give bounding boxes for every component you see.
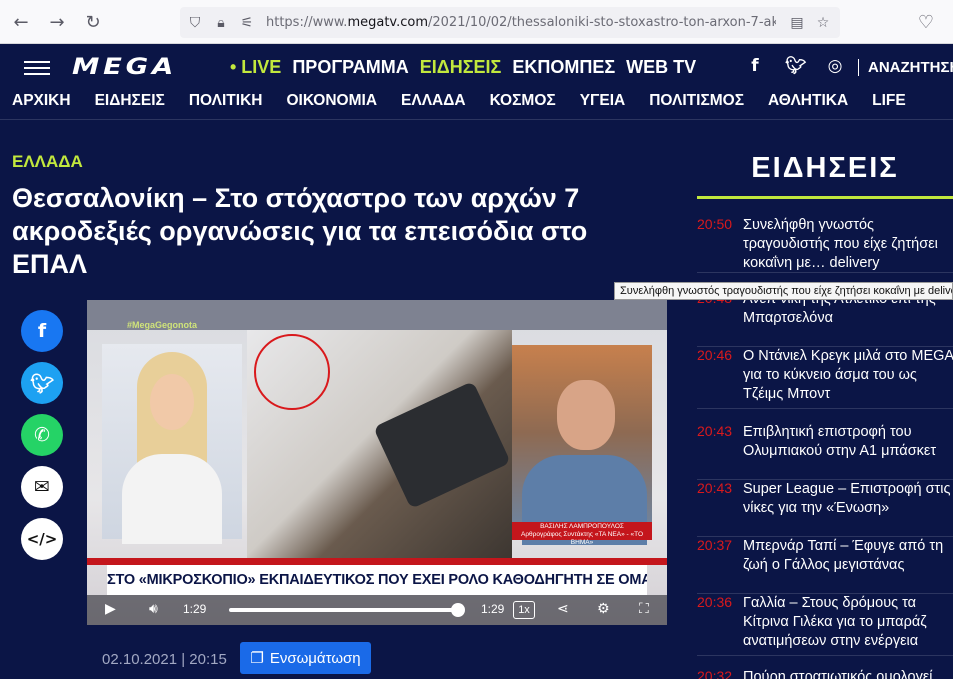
site-logo[interactable]: MEGA xyxy=(72,55,177,80)
bookmark-star-icon[interactable]: ☆ xyxy=(812,12,834,34)
news-title[interactable]: Ο Ντάνιελ Κρεγκ μιλά στο MEGA για το κύκ… xyxy=(743,347,953,404)
sidebar-title: ΕΙΔΗΣΕΙΣ xyxy=(751,152,899,184)
current-time: 1:29 xyxy=(183,602,207,616)
nav-ekpompes[interactable]: ΕΚΠΟΜΠΕΣ xyxy=(512,57,615,78)
permissions-icon[interactable]: ⚟ xyxy=(236,12,258,34)
article-date: 02.10.2021 | 20:15 xyxy=(102,651,227,668)
news-time: 20:43 xyxy=(697,480,733,496)
reader-view-icon[interactable]: ▤ xyxy=(786,12,808,34)
embed-icon: ❐ xyxy=(250,650,264,667)
facebook-icon[interactable]: f xyxy=(745,56,765,76)
duration: 1:29 xyxy=(481,602,505,616)
guest-image xyxy=(512,345,652,545)
share-embed-icon[interactable]: </> xyxy=(21,518,63,560)
news-time: 20:46 xyxy=(697,347,733,363)
back-icon[interactable]: ← xyxy=(8,9,34,35)
news-time: 20:32 xyxy=(697,668,733,679)
share-twitter-icon[interactable]: 🐦︎ xyxy=(21,362,63,404)
guest-caption: ΒΑΣΙΛΗΣ ΛΑΜΠΡΟΠΟΥΛΟΣ Αρθρογράφος Συντάκτη… xyxy=(512,522,652,546)
cat-item[interactable]: ΕΛΛΑΔΑ xyxy=(401,92,466,119)
news-title[interactable]: Μπερνάρ Ταπί – Έφυγε από τη ζωή ο Γάλλος… xyxy=(743,537,953,575)
video-player[interactable]: #MegaGegonota ΒΑΣΙΛΗΣ ΛΑΜΠΡΟΠΟΥΛΟΣ Αρθρογ… xyxy=(87,300,667,625)
news-title[interactable]: Super League – Επιστροφή στις νίκες για … xyxy=(743,480,953,518)
cat-item[interactable]: ΟΙΚΟΝΟΜΙΑ xyxy=(286,92,377,119)
video-ticker: ΣΤΟ «ΜΙΚΡΟΣΚΟΠΙΟ» ΕΚΠΑΙΔΕΥΤΙΚΟΣ ΠΟΥ ΕΧΕΙ… xyxy=(107,565,647,595)
pocket-icon[interactable]: ♡ xyxy=(913,9,939,35)
site-header: MEGA • LIVE ΠΡΟΓΡΑΜΜΑ ΕΙΔΗΣΕΙΣ ΕΚΠΟΜΠΕΣ … xyxy=(0,44,953,92)
video-hashtag: #MegaGegonota xyxy=(127,320,198,330)
sidebar-divider xyxy=(697,196,953,199)
cat-item[interactable]: ΑΡΧΙΚΗ xyxy=(12,92,71,119)
news-item[interactable]: 20:36 Γαλλία – Στους δρόμους τα Κίτρινα … xyxy=(697,594,953,656)
fullscreen-icon[interactable]: ⛶ xyxy=(639,601,649,617)
share-whatsapp-icon[interactable]: ✆ xyxy=(21,414,63,456)
news-item[interactable]: 20:43 Επιβλητική επιστροφή του Ολυμπιακο… xyxy=(697,423,953,480)
news-item[interactable]: 20:43 Super League – Επιστροφή στις νίκε… xyxy=(697,480,953,537)
news-title[interactable]: Γαλλία – Στους δρόμους τα Κίτρινα Γιλέκα… xyxy=(743,594,953,651)
cat-item[interactable]: ΥΓΕΙΑ xyxy=(580,92,626,119)
news-time: 20:36 xyxy=(697,594,733,610)
progress-bar[interactable] xyxy=(229,608,457,612)
menu-icon[interactable] xyxy=(24,61,50,75)
nav-programma[interactable]: ΠΡΟΓΡΑΜΜΑ xyxy=(292,57,408,78)
lock-icon[interactable]: 🔒︎ xyxy=(210,12,232,34)
nav-eidiseis[interactable]: ΕΙΔΗΣΕΙΣ xyxy=(420,57,502,78)
volume-icon[interactable]: 🔊︎ xyxy=(149,601,158,617)
address-bar[interactable]: ⛉ 🔒︎ ⚟ https://www.megatv.com/2021/10/02… xyxy=(180,7,840,38)
play-icon[interactable]: ▶ xyxy=(105,601,116,617)
search-link[interactable]: ΑΝΑΖΗΤΗΣΗ xyxy=(858,59,953,76)
browser-toolbar: ← → ↻ ⛉ 🔒︎ ⚟ https://www.megatv.com/2021… xyxy=(0,0,953,44)
article-category[interactable]: ΕΛΛΑΔΑ xyxy=(12,152,83,172)
video-controls: ▶ 🔊︎ 1:29 1:29 1x ⋖ ⚙ ⛶ xyxy=(87,595,667,625)
cat-item[interactable]: ΠΟΛΙΤΙΣΜΟΣ xyxy=(649,92,744,119)
news-title[interactable]: Συνελήφθη γνωστός τραγουδιστής που είχε … xyxy=(743,216,953,272)
twitter-icon[interactable]: 🐦︎ xyxy=(785,56,807,76)
cat-item[interactable]: ΠΟΛΙΤΙΚΗ xyxy=(189,92,263,119)
shield-icon[interactable]: ⛉ xyxy=(184,12,206,34)
progress-handle[interactable] xyxy=(451,603,465,617)
news-item[interactable]: 20:37 Μπερνάρ Ταπί – Έφυγε από τη ζωή ο … xyxy=(697,537,953,594)
anchor-image xyxy=(102,344,242,544)
reload-icon[interactable]: ↻ xyxy=(80,9,106,35)
tooltip: Συνελήφθη γνωστός τραγουδιστής που είχε … xyxy=(614,282,953,300)
settings-gear-icon[interactable]: ⚙ xyxy=(597,601,610,617)
news-title[interactable]: Επιβλητική επιστροφή του Ολυμπιακού στην… xyxy=(743,423,953,461)
cat-item[interactable]: LIFE xyxy=(872,92,906,119)
forward-icon[interactable]: → xyxy=(44,9,70,35)
nav-live[interactable]: • LIVE xyxy=(230,57,281,78)
news-time: 20:37 xyxy=(697,537,733,553)
header-social: f 🐦︎ ◎ xyxy=(745,56,845,76)
embed-button[interactable]: ❐ Ενσωμάτωση xyxy=(240,642,371,674)
nav-webtv[interactable]: WEB TV xyxy=(626,57,696,78)
url-text[interactable]: https://www.megatv.com/2021/10/02/thessa… xyxy=(266,15,776,30)
cat-item[interactable]: ΑΘΛΗΤΙΚΑ xyxy=(768,92,848,119)
speed-button[interactable]: 1x xyxy=(513,601,535,619)
share-icon[interactable]: ⋖ xyxy=(557,601,569,617)
cat-item[interactable]: ΚΟΣΜΟΣ xyxy=(490,92,556,119)
news-time: 20:50 xyxy=(697,216,733,232)
news-item[interactable]: 20:50 Συνελήφθη γνωστός τραγουδιστής που… xyxy=(697,216,953,273)
embed-label: Ενσωμάτωση xyxy=(269,649,361,667)
news-item[interactable]: 20:46 Ο Ντάνιελ Κρεγκ μιλά στο MEGA για … xyxy=(697,347,953,409)
news-item[interactable]: 20:32 Πούρη στρατιωτικός ομολογεί xyxy=(697,668,953,679)
instagram-icon[interactable]: ◎ xyxy=(825,56,845,76)
article-title: Θεσσαλονίκη – Στο στόχαστρο των αρχών 7 … xyxy=(12,183,588,279)
highlight-circle xyxy=(254,334,330,410)
category-nav: ΑΡΧΙΚΗ ΕΙΔΗΣΕΙΣ ΠΟΛΙΤΙΚΗ ΟΙΚΟΝΟΜΙΑ ΕΛΛΑΔ… xyxy=(0,92,953,120)
top-nav: • LIVE ΠΡΟΓΡΑΜΜΑ ΕΙΔΗΣΕΙΣ ΕΚΠΟΜΠΕΣ WEB T… xyxy=(230,57,696,78)
share-facebook-icon[interactable]: f xyxy=(21,310,63,352)
news-title[interactable]: Πούρη στρατιωτικός ομολογεί xyxy=(743,668,953,679)
cat-item[interactable]: ΕΙΔΗΣΕΙΣ xyxy=(95,92,165,119)
news-time: 20:43 xyxy=(697,423,733,439)
share-email-icon[interactable]: ✉ xyxy=(21,466,63,508)
